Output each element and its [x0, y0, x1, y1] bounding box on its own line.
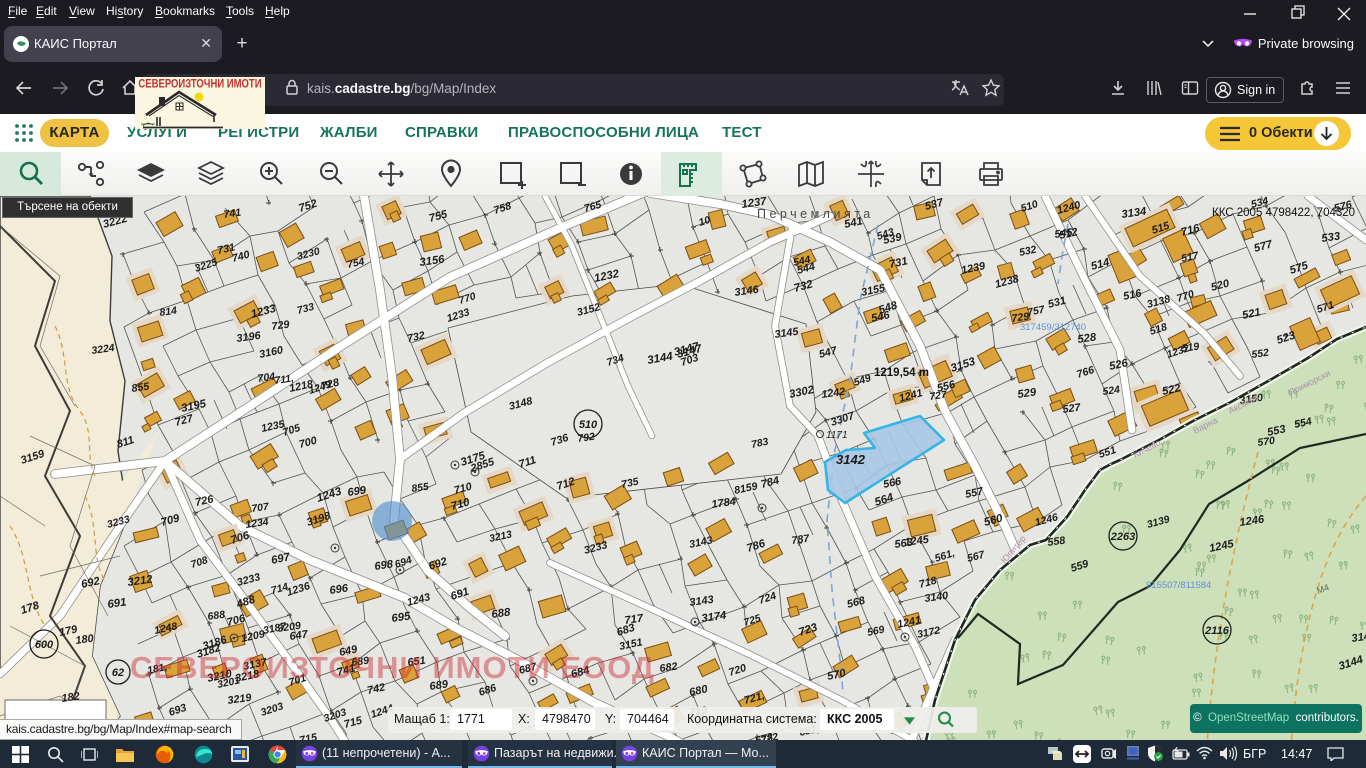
svg-text:682: 682 — [659, 661, 679, 675]
svg-text:ККС 2005 4798422, 704320: ККС 2005 4798422, 704320 — [1212, 207, 1355, 219]
svg-text:СЕВЕРОИЗТОЧНИ ИМОТИ ЕООД: СЕВЕРОИЗТОЧНИ ИМОТИ ЕООД — [130, 650, 655, 685]
svg-text:2116: 2116 — [1204, 625, 1230, 637]
svg-text:2263: 2263 — [1110, 531, 1135, 543]
svg-text:519: 519 — [1181, 341, 1200, 355]
svg-text:704: 704 — [257, 371, 276, 385]
svg-text:182: 182 — [61, 691, 81, 705]
svg-text:317459/312740: 317459/312740 — [1020, 322, 1086, 333]
svg-text:Перчемлията: Перчемлията — [757, 207, 874, 221]
svg-text:600: 600 — [35, 639, 54, 651]
svg-text:729: 729 — [271, 319, 291, 333]
svg-text:180: 180 — [75, 633, 95, 647]
svg-text:510: 510 — [579, 419, 598, 431]
svg-text:1219,54 m: 1219,54 m — [874, 367, 929, 379]
svg-text:62: 62 — [112, 667, 124, 679]
svg-text:1171: 1171 — [826, 430, 848, 441]
svg-text:741: 741 — [223, 207, 242, 221]
svg-text:3142: 3142 — [836, 452, 866, 467]
svg-text:558: 558 — [1047, 535, 1066, 549]
svg-text:915507/811584: 915507/811584 — [1146, 580, 1211, 591]
svg-text:688: 688 — [207, 609, 226, 623]
svg-text:3141: 3141 — [1351, 630, 1366, 645]
